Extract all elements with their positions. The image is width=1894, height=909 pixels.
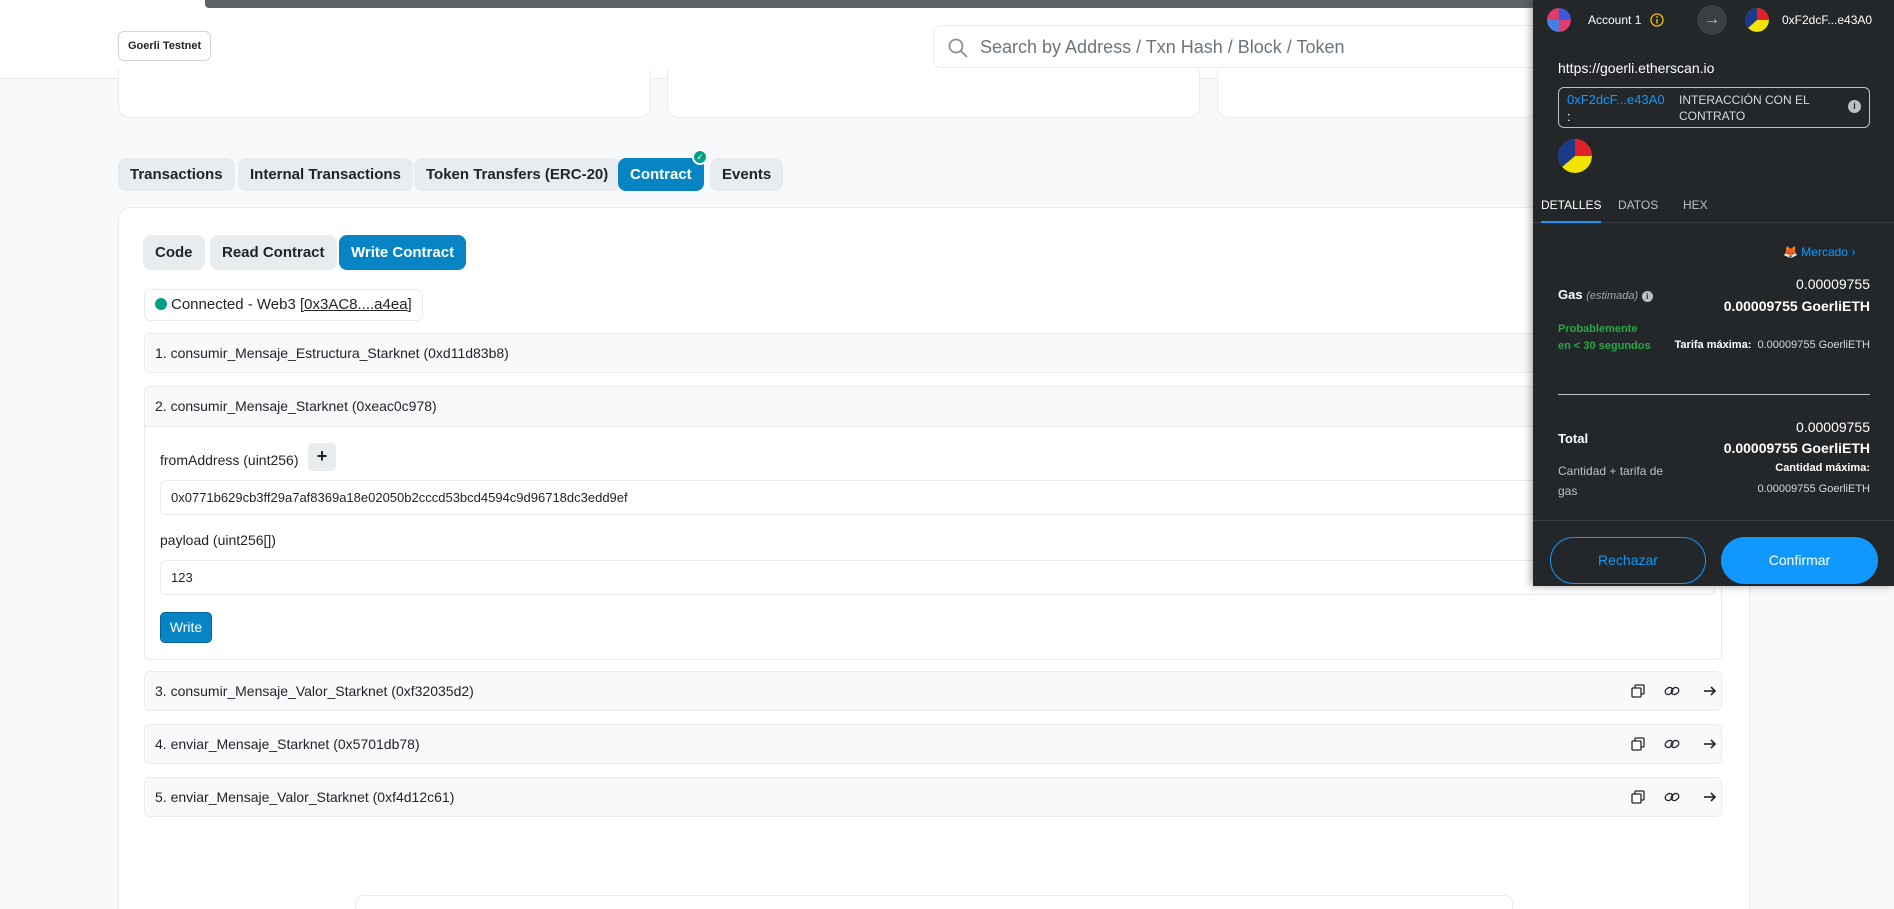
metamask-tabs: DETALLES DATOS HEX (1533, 189, 1894, 223)
contract-colon: : (1567, 109, 1571, 124)
search-input[interactable] (980, 34, 1540, 60)
payload-input[interactable]: 123 (160, 560, 1715, 595)
contract-interaction-box: 0xF2dcF...e43A0 : INTERACCIÓN CON EL CON… (1558, 87, 1870, 128)
gas-value-eth: 0.00009755 GoerliETH (1723, 298, 1870, 314)
function-expanded: 2. consumir_Mensaje_Starknet (0xeac0c978… (144, 386, 1722, 660)
function-label: 5. enviar_Mensaje_Valor_Starknet (0xf4d1… (155, 789, 455, 805)
divider (1533, 520, 1894, 521)
overview-card (118, 70, 651, 118)
connected-address[interactable]: 0x3AC8....a4ea (304, 296, 407, 313)
arrow-right-icon: → (1697, 5, 1727, 35)
gas-label: Gas (estimada) i (1558, 287, 1653, 302)
fox-icon: 🦊 (1783, 245, 1798, 259)
tab-data[interactable]: DATOS (1618, 198, 1658, 223)
info-icon[interactable]: i (1641, 291, 1653, 302)
tab-hex[interactable]: HEX (1683, 198, 1708, 223)
interaction-type: INTERACCIÓN CON EL CONTRATO (1679, 93, 1810, 123)
function-row[interactable]: 1. consumir_Mensaje_Estructura_Starknet … (144, 333, 1722, 373)
contract-avatar-icon (1558, 139, 1592, 173)
market-label: Mercado (1801, 245, 1848, 259)
verified-check-icon: ✓ (692, 149, 708, 165)
link-icon[interactable] (1664, 683, 1680, 699)
account-name[interactable]: Account 1 (1588, 13, 1641, 27)
footer-box (355, 895, 1513, 909)
gas-estimated: (estimada) (1586, 290, 1639, 302)
search-box[interactable] (933, 25, 1553, 68)
copy-icon[interactable] (1630, 683, 1646, 699)
function-label: 3. consumir_Mensaje_Valor_Starknet (0xf3… (155, 683, 474, 699)
metamask-account-bar: Account 1 → 0xF2dcF...e43A0 (1533, 0, 1894, 40)
info-icon[interactable]: i (1848, 100, 1861, 113)
payload-label: payload (uint256[]) (160, 532, 276, 548)
tab-contract[interactable]: Contract (618, 158, 704, 191)
max-fee-value: 0.00009755 GoerliETH (1757, 339, 1870, 351)
total-label: Total (1558, 431, 1589, 446)
tab-events[interactable]: Events (710, 158, 784, 191)
connection-suffix: ] (407, 296, 412, 313)
reject-button[interactable]: Rechazar (1550, 537, 1706, 584)
max-amount-value: 0.00009755 GoerliETH (1757, 483, 1870, 495)
function-label: 2. consumir_Mensaje_Starknet (0xeac0c978… (155, 398, 437, 414)
max-fee: Tarifa máxima: 0.00009755 GoerliETH (1675, 339, 1870, 351)
account-avatar-icon[interactable] (1547, 8, 1571, 32)
tab-transactions[interactable]: Transactions (118, 158, 235, 191)
arrow-right-icon[interactable] (1702, 789, 1718, 805)
gas-value: 0.00009755 (1796, 276, 1870, 292)
recipient-address: 0xF2dcF...e43A0 (1782, 13, 1873, 27)
function-header[interactable]: 2. consumir_Mensaje_Starknet (0xeac0c978… (145, 387, 1721, 427)
search-icon (948, 38, 968, 58)
gas-title: Gas (1558, 287, 1583, 302)
multichain-card (1217, 70, 1537, 118)
subtab-read-contract[interactable]: Read Contract (210, 235, 337, 270)
arrow-right-icon[interactable] (1702, 736, 1718, 752)
tab-details[interactable]: DETALLES (1541, 198, 1602, 223)
connected-dot-icon (155, 298, 167, 310)
function-label: 1. consumir_Mensaje_Estructura_Starknet … (155, 345, 509, 361)
from-address-label: fromAddress (uint256) (160, 452, 299, 468)
link-icon[interactable] (1664, 789, 1680, 805)
confirm-button[interactable]: Confirmar (1721, 537, 1878, 584)
connection-prefix: Connected - Web3 [ (171, 296, 305, 313)
function-row[interactable]: 5. enviar_Mensaje_Valor_Starknet (0xf4d1… (144, 777, 1722, 817)
divider (1558, 394, 1870, 395)
max-amount-label: Cantidad máxima: (1775, 462, 1870, 474)
web3-connection-status[interactable]: Connected - Web3 [0x3AC8....a4ea] (144, 289, 423, 321)
link-icon[interactable] (1664, 736, 1680, 752)
subtab-write-contract[interactable]: Write Contract (339, 235, 467, 270)
network-badge[interactable]: Goerli Testnet (118, 31, 212, 61)
contract-address-link[interactable]: 0xF2dcF...e43A0 (1567, 92, 1665, 107)
function-label: 4. enviar_Mensaje_Starknet (0x5701db78) (155, 736, 420, 752)
info-icon[interactable] (1650, 13, 1664, 27)
function-row[interactable]: 3. consumir_Mensaje_Valor_Starknet (0xf3… (144, 671, 1722, 711)
tab-token-transfers[interactable]: Token Transfers (ERC-20) (414, 158, 621, 191)
function-row[interactable]: 4. enviar_Mensaje_Starknet (0x5701db78) (144, 724, 1722, 764)
write-button[interactable]: Write (160, 612, 212, 643)
more-info-card (667, 70, 1200, 118)
from-address-input[interactable]: 0x0771b629cb3ff29a7af8369a18e02050b2cccd… (160, 480, 1715, 515)
tab-internal-transactions[interactable]: Internal Transactions (238, 158, 413, 191)
max-fee-label: Tarifa máxima: (1674, 339, 1752, 351)
market-link[interactable]: 🦊 Mercado › (1783, 245, 1855, 259)
arrow-right-icon[interactable] (1702, 683, 1718, 699)
total-value: 0.00009755 (1796, 419, 1870, 435)
gas-time-estimate: Probablemente en < 30 segundos (1558, 323, 1651, 352)
browser-tab-bar (205, 0, 1535, 8)
add-field-button[interactable]: + (308, 443, 336, 471)
subtab-code[interactable]: Code (143, 235, 205, 270)
origin-url: https://goerli.etherscan.io (1558, 60, 1715, 76)
recipient-avatar-icon (1745, 8, 1769, 32)
copy-icon[interactable] (1630, 736, 1646, 752)
copy-icon[interactable] (1630, 789, 1646, 805)
amount-plus-gas-label: Cantidad + tarifa de gas (1558, 464, 1664, 498)
chevron-right-icon: › (1851, 245, 1856, 259)
metamask-popup: Account 1 → 0xF2dcF...e43A0 https://goer… (1533, 0, 1894, 586)
total-value-eth: 0.00009755 GoerliETH (1723, 440, 1870, 456)
